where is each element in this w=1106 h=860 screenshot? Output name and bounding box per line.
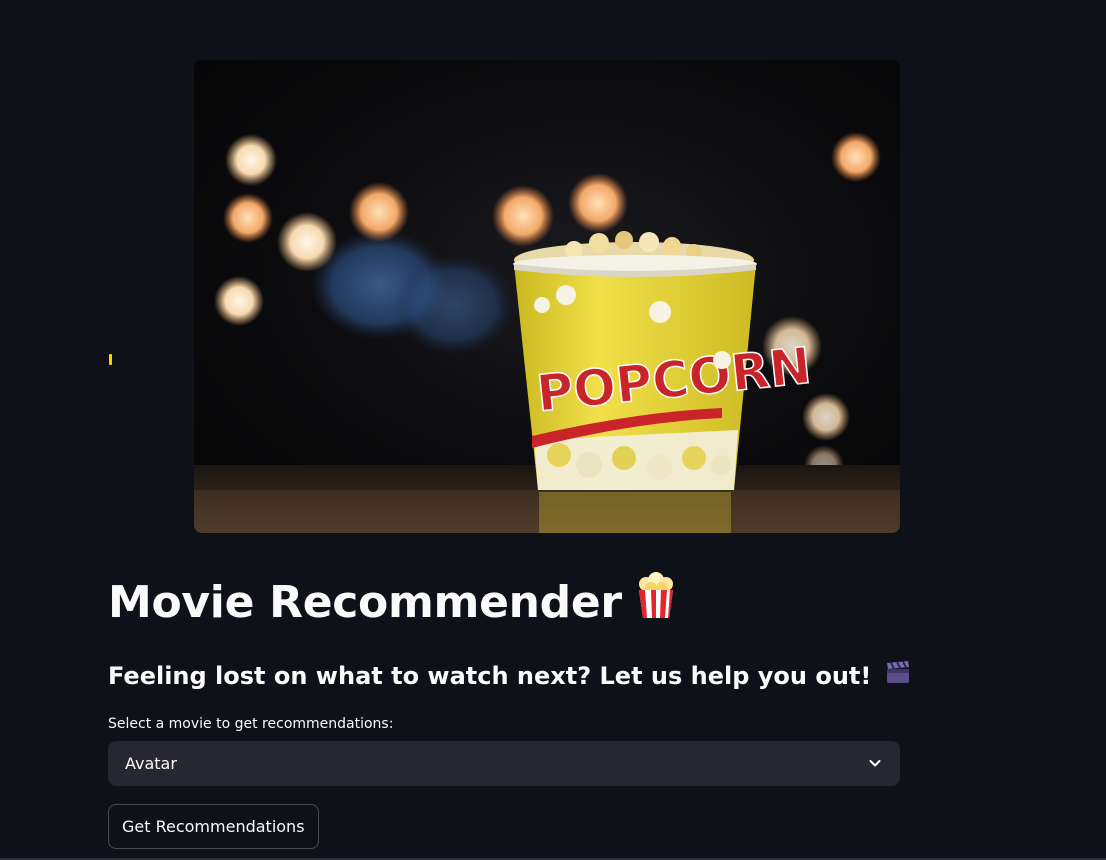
page-subtitle: Feeling lost on what to watch next? Let … bbox=[108, 656, 911, 697]
get-recommendations-button[interactable]: Get Recommendations bbox=[108, 804, 319, 849]
status-indicator bbox=[109, 354, 112, 365]
movie-select[interactable]: Avatar bbox=[108, 741, 900, 786]
hero-image: POPCORN bbox=[194, 60, 900, 533]
movie-select-value: Avatar bbox=[125, 754, 177, 773]
popcorn-bucket-image: POPCORN bbox=[194, 132, 900, 533]
select-label: Select a movie to get recommendations: bbox=[108, 716, 394, 732]
page-title: Movie Recommender bbox=[108, 570, 676, 639]
popcorn-icon bbox=[636, 571, 676, 639]
page-subtitle-text: Feeling lost on what to watch next? Let … bbox=[108, 662, 872, 690]
chevron-down-icon bbox=[869, 760, 881, 767]
page-title-text: Movie Recommender bbox=[108, 577, 622, 628]
app-root: POPCORN Movie Recommender Feeling lost o bbox=[0, 0, 1106, 860]
clapper-board-icon bbox=[885, 657, 911, 697]
